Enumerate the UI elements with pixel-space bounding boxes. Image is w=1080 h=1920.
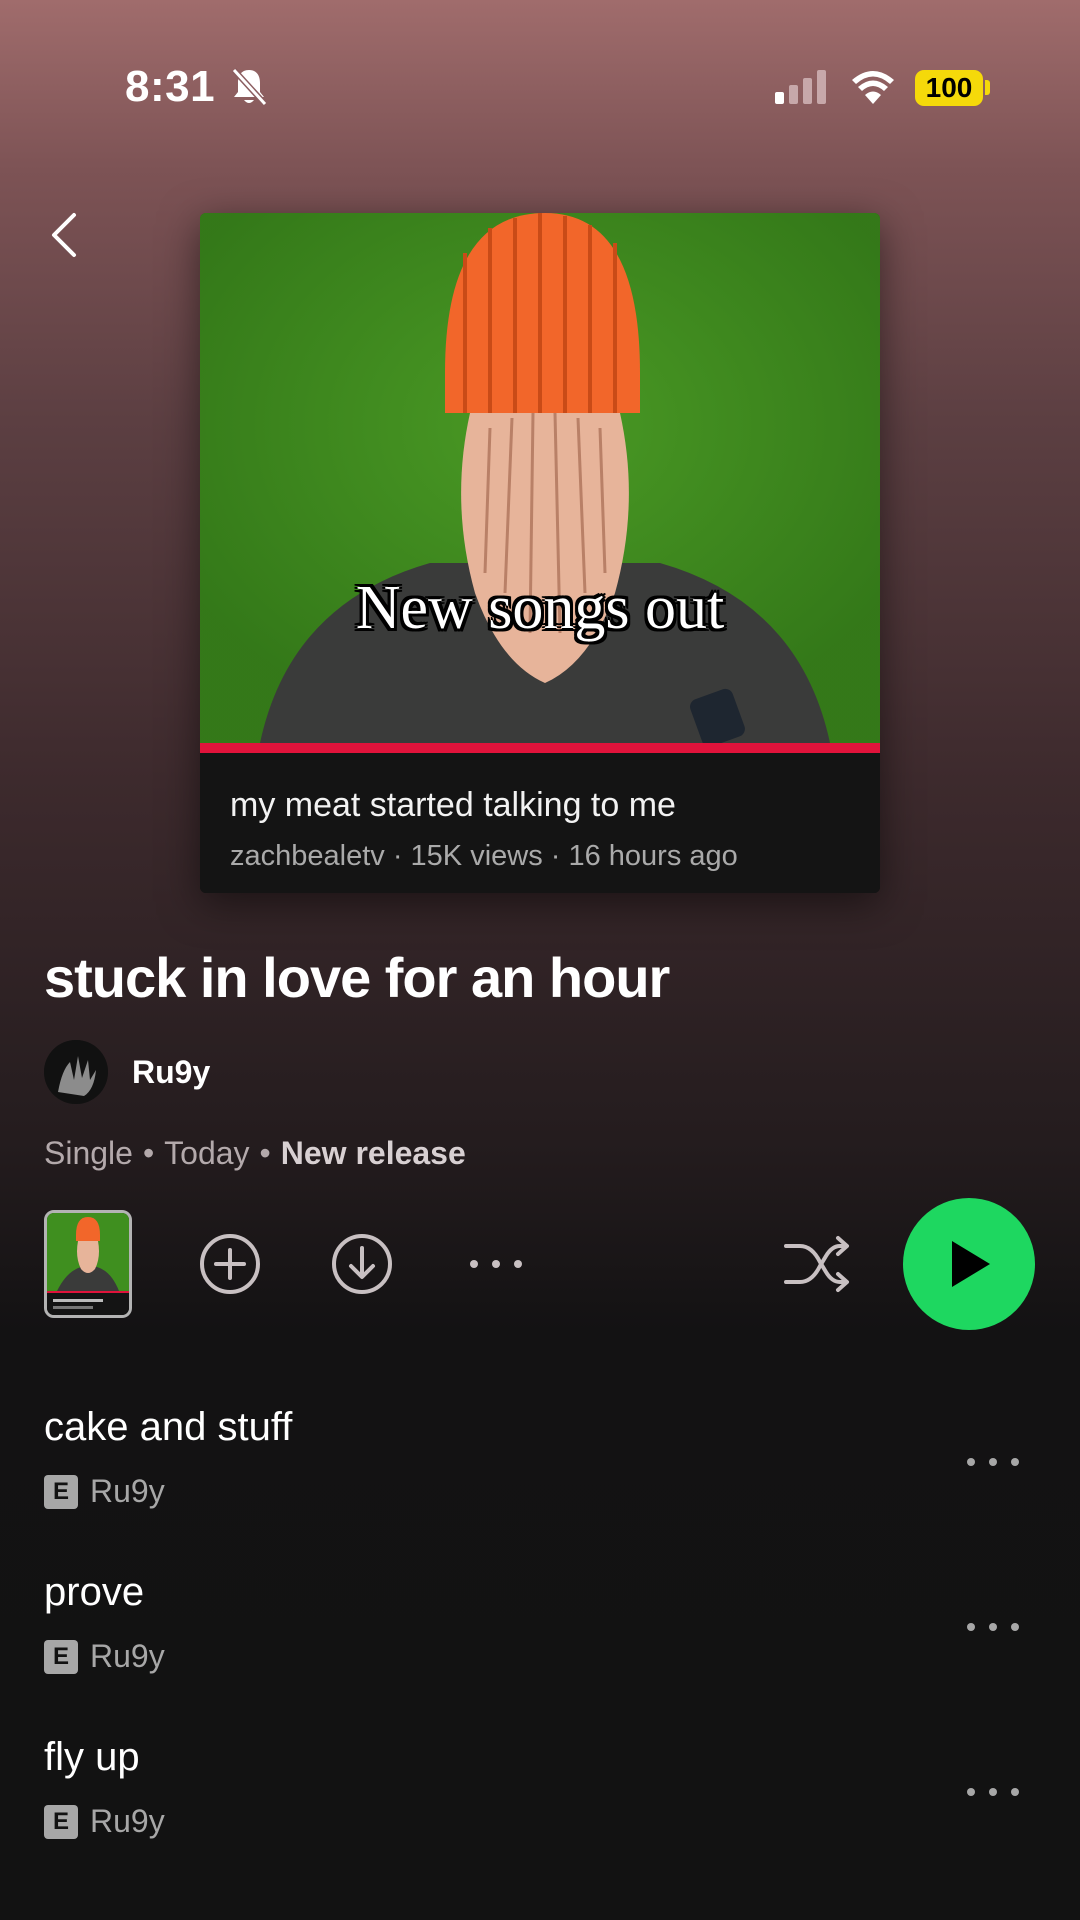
track-subtitle: E Ru9y [44, 1473, 165, 1510]
artist-row[interactable]: Ru9y [44, 1040, 210, 1104]
explicit-badge: E [44, 1639, 78, 1674]
track-row[interactable]: cake and stuff E Ru9y [0, 1405, 1080, 1545]
wifi-icon [852, 71, 894, 104]
track-more-icon[interactable] [965, 1620, 1021, 1634]
release-meta: Single • Today • New release [44, 1135, 466, 1172]
cover-caption: my meat started talking to me zachbealet… [200, 753, 880, 893]
track-artist[interactable]: Ru9y [90, 1638, 165, 1675]
album-cover: New songs out my meat started talking to… [200, 213, 880, 893]
release-status: New release [280, 1135, 466, 1171]
track-artist[interactable]: Ru9y [90, 1473, 165, 1510]
explicit-badge: E [44, 1804, 78, 1839]
album-title: stuck in love for an hour [44, 946, 670, 1009]
add-icon[interactable] [198, 1232, 262, 1296]
download-icon[interactable] [330, 1232, 394, 1296]
release-date: Today [164, 1135, 250, 1171]
silent-bell-icon [231, 67, 268, 107]
track-artist[interactable]: Ru9y [90, 1803, 165, 1840]
release-type: Single [44, 1135, 133, 1171]
artist-name[interactable]: Ru9y [132, 1054, 210, 1091]
action-bar [0, 1198, 1080, 1340]
cover-photo-illustration [200, 213, 880, 743]
play-icon [952, 1241, 990, 1287]
artist-avatar[interactable] [44, 1040, 108, 1104]
battery-indicator: 100 [915, 70, 983, 106]
meta-separator: • [259, 1135, 271, 1171]
track-title[interactable]: cake and stuff [44, 1405, 292, 1450]
track-title[interactable]: fly up [44, 1735, 140, 1780]
explicit-badge: E [44, 1474, 78, 1509]
status-bar: 8:31 100 [0, 0, 1080, 150]
track-subtitle: E Ru9y [44, 1638, 165, 1675]
cover-thumbnail-image [47, 1213, 129, 1315]
cover-photo: New songs out [200, 213, 880, 743]
cell-signal-icon [775, 70, 826, 104]
shuffle-icon[interactable] [782, 1232, 852, 1296]
meta-separator: • [142, 1135, 155, 1171]
artist-avatar-image [44, 1040, 108, 1104]
cover-overlay-text: New songs out [355, 574, 725, 642]
track-more-icon[interactable] [965, 1455, 1021, 1469]
video-progress-bar [200, 743, 880, 753]
track-subtitle: E Ru9y [44, 1803, 165, 1840]
more-options-icon[interactable] [466, 1252, 526, 1276]
track-row[interactable]: prove E Ru9y [0, 1570, 1080, 1710]
back-chevron-icon[interactable] [44, 205, 84, 265]
status-time: 8:31 [125, 62, 216, 111]
cover-video-meta: zachbealetv · 15K views · 16 hours ago [230, 840, 738, 872]
cover-thumbnail[interactable] [44, 1210, 132, 1318]
cover-video-title: my meat started talking to me [230, 786, 676, 824]
play-button[interactable] [903, 1198, 1035, 1330]
track-row[interactable]: fly up E Ru9y [0, 1735, 1080, 1875]
track-more-icon[interactable] [965, 1785, 1021, 1799]
battery-tip [985, 80, 990, 95]
track-title[interactable]: prove [44, 1570, 144, 1615]
